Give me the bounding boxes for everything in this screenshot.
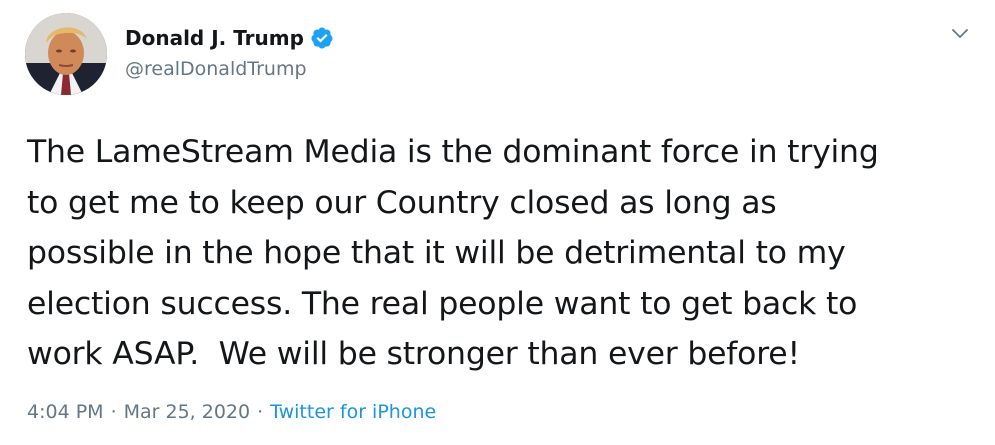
tweet-text: The LameStream Media is the dominant for… (27, 134, 879, 372)
author-handle[interactable]: @realDonaldTrump (125, 58, 307, 80)
tweet-time[interactable]: 4:04 PM (27, 401, 104, 423)
tweet-date[interactable]: Mar 25, 2020 (124, 401, 251, 423)
tweet-source-link[interactable]: Twitter for iPhone (270, 401, 436, 423)
author-display-name[interactable]: Donald J. Trump (125, 26, 304, 50)
meta-separator: · (257, 401, 264, 423)
author-name-row[interactable]: Donald J. Trump (125, 23, 334, 53)
tweet-metadata: 4:04 PM · Mar 25, 2020 · Twitter for iPh… (27, 401, 436, 423)
chevron-down-icon[interactable] (949, 22, 971, 44)
tweet-card: Donald J. Trump @realDonaldTrump The Lam… (0, 0, 995, 445)
meta-separator: · (110, 401, 117, 423)
author-avatar[interactable] (25, 13, 107, 95)
verified-badge-icon (310, 26, 334, 50)
avatar-image (25, 13, 107, 95)
